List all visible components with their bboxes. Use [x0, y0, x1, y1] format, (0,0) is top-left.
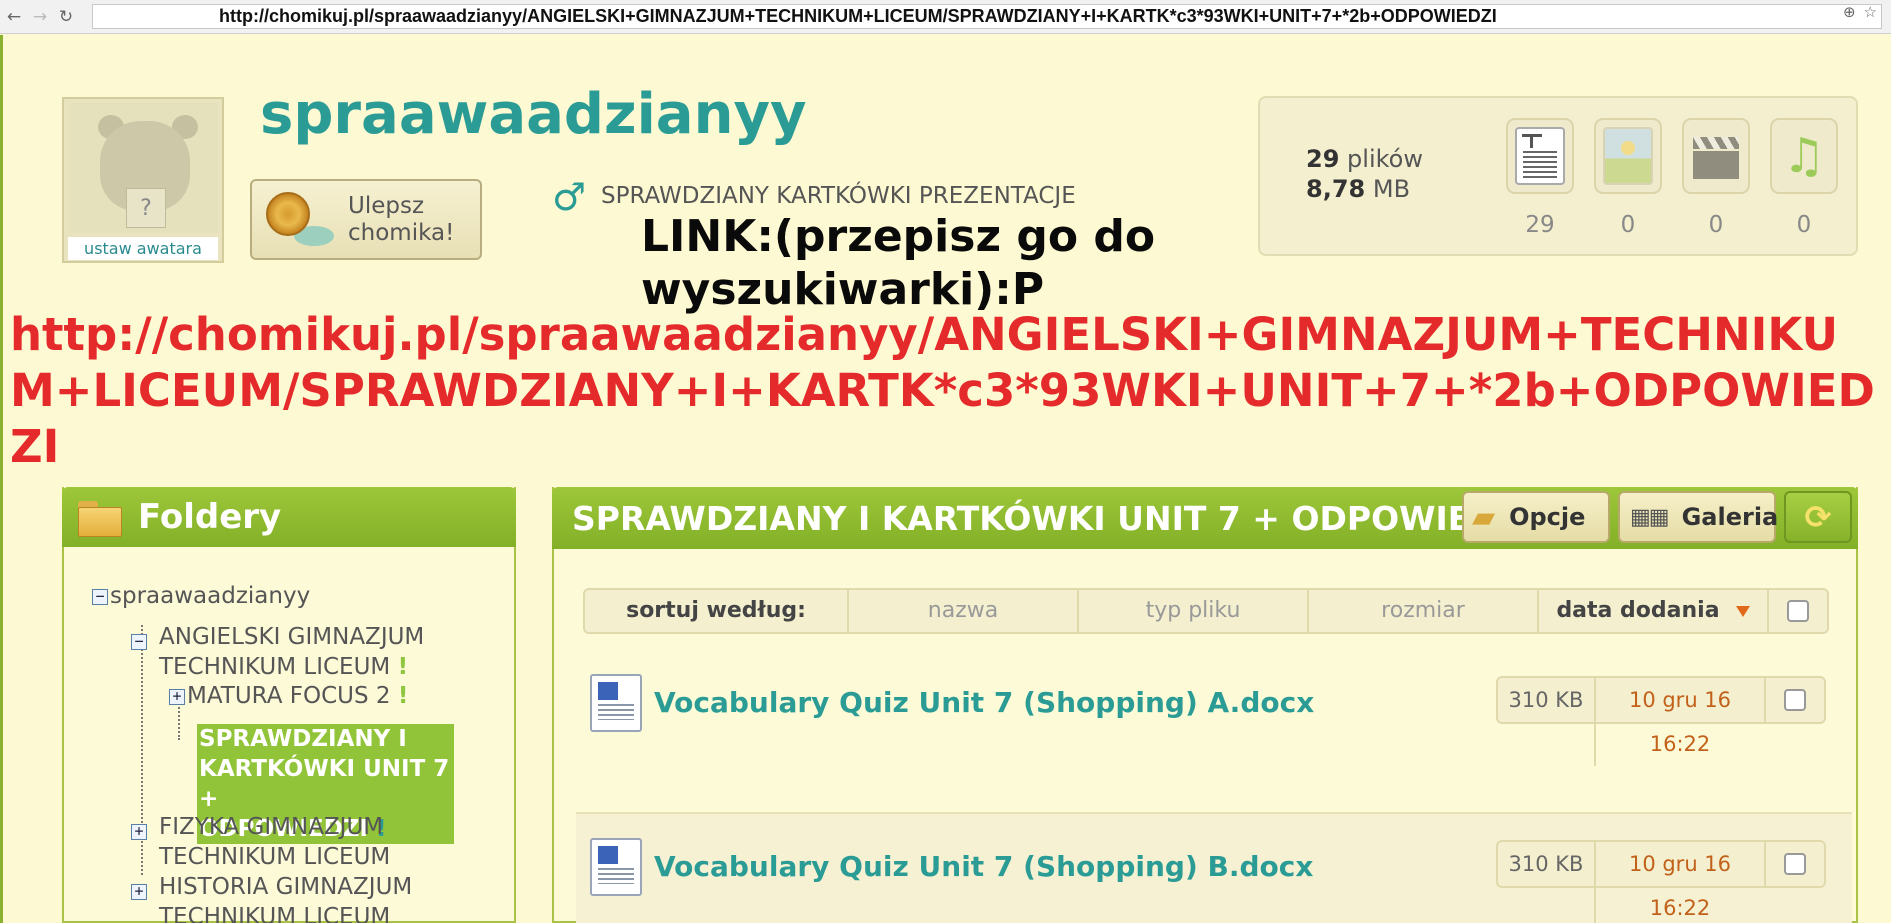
docx-file-icon [590, 674, 642, 732]
back-icon[interactable]: ← [2, 5, 26, 29]
address-bar[interactable]: http://chomikuj.pl/spraawaadzianyy/ANGIE… [92, 4, 1882, 29]
music-icon[interactable]: ♫ [1770, 118, 1838, 194]
file-row[interactable]: Vocabulary Quiz Unit 7 (Shopping) B.docx… [576, 812, 1852, 923]
sort-bar: sortuj według: nazwa typ pliku rozmiar d… [583, 588, 1829, 634]
page-edge [0, 35, 3, 923]
file-meta: 310 KB 10 gru 16 16:22 [1496, 840, 1826, 923]
image-icon[interactable] [1594, 118, 1662, 194]
browser-toolbar: ← → ↻ http://chomikuj.pl/spraawaadzianyy… [0, 0, 1891, 34]
sort-label: sortuj według: [626, 598, 806, 623]
tree-item-matura[interactable]: + MATURA FOCUS 2 ! [169, 683, 408, 709]
hamster-avatar-image: ? [68, 103, 218, 233]
image-count: 0 [1620, 212, 1636, 238]
stats-panel: 29 plików 8,78 MB 29 0 0 ♫ 0 [1258, 96, 1858, 256]
sort-by-name[interactable]: nazwa [847, 590, 1077, 632]
link-note: LINK:(przepisz go do wyszukiwarki):P [641, 211, 1156, 315]
info-icon: ! [397, 683, 409, 709]
size-unit: MB [1372, 175, 1411, 203]
file-name-link[interactable]: Vocabulary Quiz Unit 7 (Shopping) B.docx [654, 850, 1313, 883]
files-count: 29 [1306, 145, 1340, 173]
sort-desc-icon [1735, 605, 1750, 617]
music-count: 0 [1796, 212, 1812, 238]
options-button[interactable]: ▰ Opcje [1462, 491, 1610, 543]
document-count: 29 [1525, 212, 1555, 238]
address-url: http://chomikuj.pl/spraawaadzianyy/ANGIE… [219, 6, 1497, 26]
select-all-checkbox[interactable] [1767, 590, 1827, 632]
folder-icon [78, 499, 122, 537]
avatar[interactable]: ? ustaw awatara [62, 97, 224, 263]
collapse-icon[interactable]: − [131, 634, 147, 650]
file-date: 10 gru 16 16:22 [1594, 678, 1764, 766]
reload-icon[interactable]: ↻ [54, 5, 78, 29]
file-meta: 310 KB 10 gru 16 16:22 [1496, 676, 1826, 766]
expand-icon[interactable]: + [131, 824, 147, 840]
file-checkbox[interactable] [1764, 678, 1824, 722]
files-label: plików [1347, 145, 1423, 173]
file-size: 310 KB [1508, 688, 1584, 712]
folder-gear-icon: ▰ [1472, 499, 1496, 535]
file-row[interactable]: Vocabulary Quiz Unit 7 (Shopping) A.docx… [576, 646, 1852, 778]
set-avatar-link[interactable]: ustaw awatara [68, 237, 218, 260]
grid-icon: ▦▦ [1630, 504, 1670, 530]
refresh-button[interactable]: ⟳ [1784, 491, 1852, 543]
bookmark-star-icon[interactable]: ☆ [1864, 3, 1877, 21]
big-url-text: http://chomikuj.pl/spraawaadzianyy/ANGIE… [10, 308, 1875, 473]
refresh-icon: ⟳ [1804, 498, 1832, 536]
tree-item-root[interactable]: − spraawaadzianyy [92, 583, 310, 609]
size-value: 8,78 [1306, 175, 1366, 203]
video-icon[interactable] [1682, 118, 1750, 194]
files-header: SPRAWDZIANY I KARTKÓWKI UNIT 7 + ODPOWIE… [552, 487, 1858, 549]
collapse-icon[interactable]: − [92, 588, 108, 605]
file-checkbox[interactable] [1764, 842, 1824, 886]
zoom-icon[interactable]: ⊕ [1843, 3, 1856, 21]
info-icon: ! [397, 654, 409, 680]
folders-header: Foldery [62, 487, 516, 547]
male-gender-icon: ♂ [552, 175, 587, 219]
docx-file-icon [590, 838, 642, 896]
expand-icon[interactable]: + [131, 884, 147, 900]
profile-username: spraawaadzianyy [260, 82, 807, 147]
sort-by-date[interactable]: data dodania [1537, 590, 1767, 632]
snail-icon [264, 188, 336, 252]
file-size: 310 KB [1508, 852, 1584, 876]
upgrade-label: Ulepsz chomika! [348, 192, 455, 246]
sort-by-type[interactable]: typ pliku [1077, 590, 1307, 632]
file-date: 10 gru 16 16:22 [1594, 842, 1764, 923]
expand-icon[interactable]: + [169, 688, 185, 705]
gallery-button[interactable]: ▦▦ Galeria [1618, 491, 1778, 543]
document-icon[interactable] [1506, 118, 1574, 194]
profile-tags: SPRAWDZIANY KARTKÓWKI PREZENTACJE [601, 183, 1076, 209]
folder-title: SPRAWDZIANY I KARTKÓWKI UNIT 7 + ODPOWIE… [572, 499, 1534, 538]
video-count: 0 [1708, 212, 1724, 238]
sort-by-size[interactable]: rozmiar [1307, 590, 1537, 632]
forward-icon[interactable]: → [28, 5, 52, 29]
tree-item-fizyka[interactable]: + FIZYKA GIMNAZJUM TECHNIKUM LICEUM [131, 812, 390, 872]
folders-title: Foldery [138, 497, 282, 537]
upgrade-button[interactable]: Ulepsz chomika! [250, 179, 482, 260]
tree-item-angielski[interactable]: − ANGIELSKI GIMNAZJUM TECHNIKUM LICEUM ! [131, 622, 424, 682]
file-name-link[interactable]: Vocabulary Quiz Unit 7 (Shopping) A.docx [654, 686, 1314, 719]
tree-item-historia[interactable]: + HISTORIA GIMNAZJUM TECHNIKUM LICEUM [131, 872, 412, 923]
